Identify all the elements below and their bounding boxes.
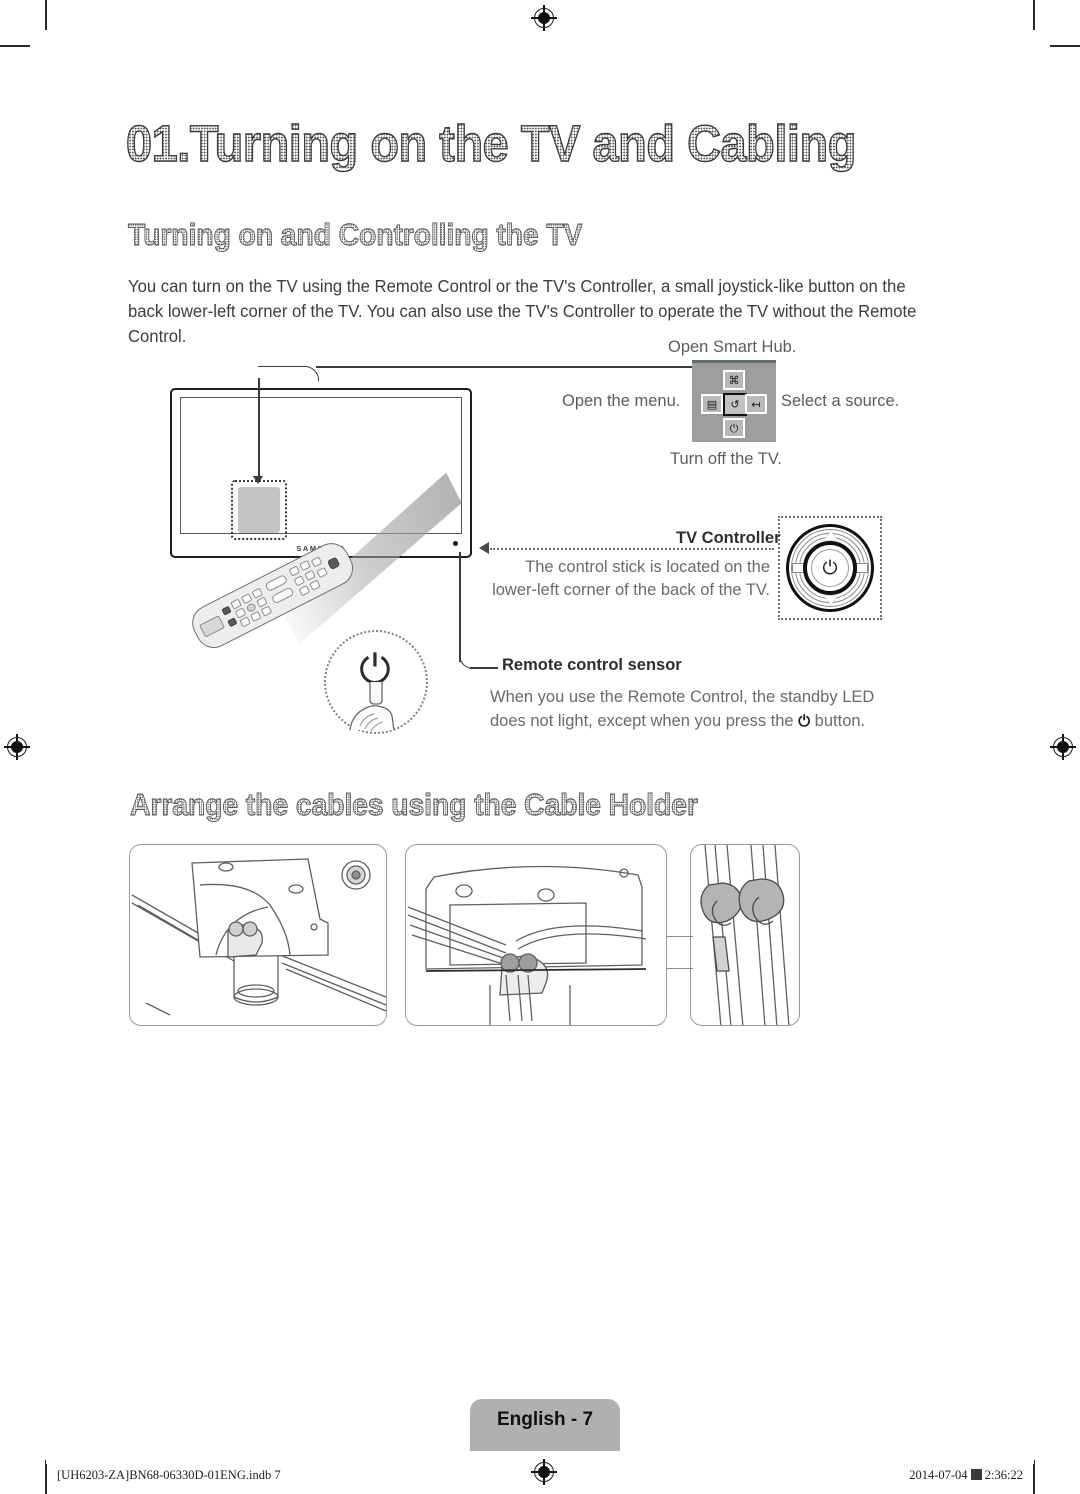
controller-dotted-leader bbox=[490, 548, 774, 550]
footer-locale-glyph bbox=[970, 1469, 982, 1480]
remote-sensor-title: Remote control sensor bbox=[502, 656, 682, 674]
footer-time: 2:36:22 bbox=[984, 1468, 1023, 1482]
section-heading-cable-holder: Arrange the cables using the Cable Holde… bbox=[130, 787, 699, 822]
crop-mark-top-right-h bbox=[1050, 45, 1080, 47]
cable-holder-closeup bbox=[129, 844, 387, 1026]
manual-page: 01.Turning on the TV and Cabling Turning… bbox=[0, 0, 1080, 1494]
leader-arrow-down bbox=[253, 476, 263, 484]
tv-controller-title: TV Controller bbox=[676, 529, 781, 547]
joystick-right-marker bbox=[856, 563, 868, 573]
zoom-detail-connector-line bbox=[667, 968, 693, 970]
hand-pressing-illustration bbox=[349, 682, 395, 732]
return-icon[interactable]: ↺ bbox=[723, 393, 747, 416]
registration-mark-top bbox=[531, 5, 557, 31]
leader-line-elbow bbox=[258, 366, 319, 381]
joystick-up-arrow-icon bbox=[824, 531, 838, 540]
label-turn-off-the-tv: Turn off the TV. bbox=[670, 450, 782, 468]
page-number-tab: English - 7 bbox=[470, 1399, 620, 1451]
remote-sensor-dot bbox=[453, 541, 458, 546]
label-select-a-source: Select a source. bbox=[781, 392, 900, 410]
source-icon[interactable]: ↤ bbox=[745, 394, 767, 414]
cable-holder-panels bbox=[0, 840, 1080, 1040]
tv-controller-button-panel: ⌘ ▤ ↺ ↤ ⏻ bbox=[692, 360, 776, 442]
joystick-illustration: ⏻ bbox=[786, 524, 874, 612]
footer-rule-right bbox=[1033, 1460, 1035, 1486]
crop-mark-top-left-h bbox=[0, 45, 30, 47]
power-icon[interactable]: ⏻ bbox=[723, 418, 745, 438]
controller-leader-arrow bbox=[479, 542, 489, 554]
crop-mark-top-left-v bbox=[45, 0, 47, 30]
smart-hub-icon[interactable]: ⌘ bbox=[723, 370, 745, 390]
chapter-title: 01.Turning on the TV and Cabling bbox=[125, 115, 857, 172]
cables-routed-through-holder bbox=[405, 844, 667, 1026]
footer-rule-left bbox=[45, 1460, 47, 1486]
registration-mark-bottom bbox=[531, 1459, 557, 1485]
sensor-leader-vertical bbox=[459, 552, 461, 662]
power-icon: ⏻ bbox=[822, 557, 838, 579]
sensor-desc-part2: button. bbox=[814, 712, 866, 730]
tv-control-diagram: SAMSUNG ⌘ ▤ ↺ ↤ bbox=[0, 330, 1080, 750]
tv-controller-description: The control stick is located on the lowe… bbox=[492, 558, 770, 599]
label-open-the-menu: Open the menu. bbox=[562, 392, 681, 410]
footer-date: 2014-07-04 bbox=[909, 1468, 968, 1482]
label-open-smart-hub: Open Smart Hub. bbox=[668, 338, 797, 356]
remote-sensor-description: When you use the Remote Control, the sta… bbox=[490, 685, 910, 733]
power-icon: ⏻ bbox=[798, 712, 811, 730]
controller-location-highlight bbox=[238, 487, 280, 533]
cable-holder-zoom-detail bbox=[690, 844, 800, 1026]
leader-line-vertical bbox=[258, 378, 260, 482]
zoom-detail-connector-line-2 bbox=[667, 936, 693, 938]
leader-line-horizontal bbox=[316, 366, 694, 368]
menu-icon[interactable]: ▤ bbox=[701, 394, 723, 414]
sensor-leader-horizontal bbox=[470, 667, 498, 669]
footer-file-reference: [UH6203-ZA]BN68-06330D-01ENG.indb 7 bbox=[57, 1468, 281, 1482]
crop-mark-top-right-v bbox=[1033, 0, 1035, 30]
footer-timestamp: 2014-07-04 2:36:22 bbox=[909, 1468, 1023, 1483]
section-heading-turning-on: Turning on and Controlling the TV bbox=[128, 217, 583, 252]
joystick-down-arrow-icon bbox=[824, 596, 838, 605]
page-label: English - 7 bbox=[496, 1409, 594, 1430]
